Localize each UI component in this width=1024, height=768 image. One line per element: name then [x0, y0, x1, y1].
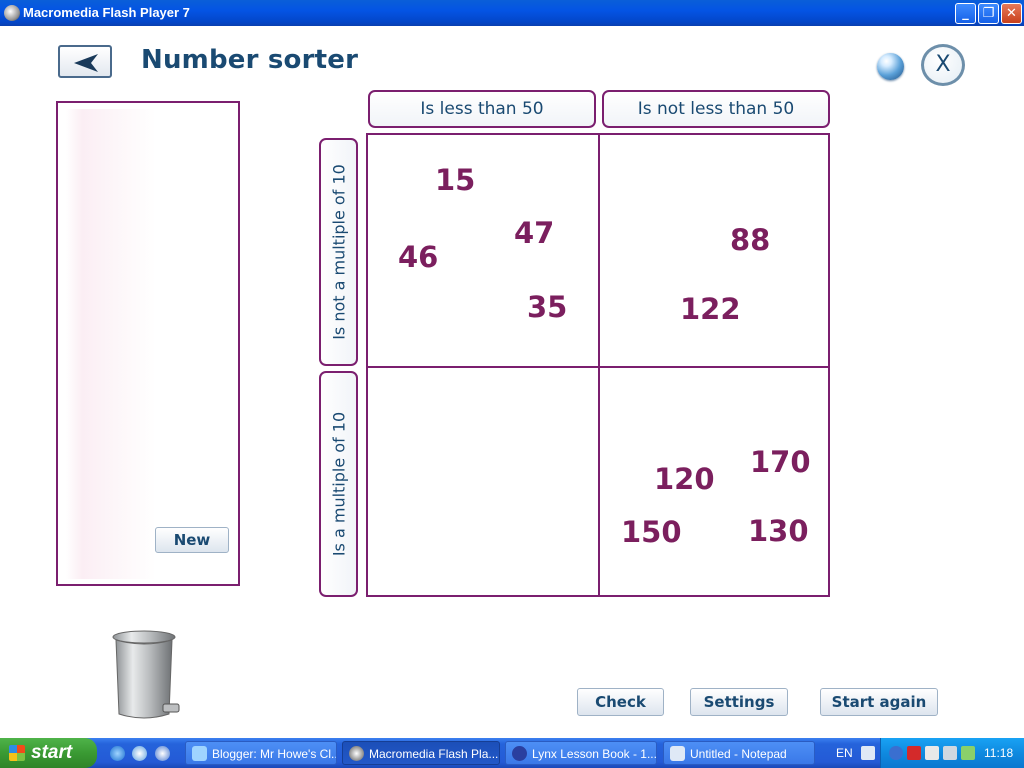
window-title: Macromedia Flash Player 7 — [23, 5, 190, 20]
number-tile[interactable]: 35 — [527, 290, 567, 324]
column-header-less-than-50: Is less than 50 — [368, 90, 596, 128]
close-window-button[interactable]: ✕ — [1001, 3, 1022, 24]
cell-not-less-than-50-multiple[interactable]: 170 120 150 130 — [600, 368, 828, 595]
flash-player-icon — [4, 5, 20, 21]
windows-taskbar: start Blogger: Mr Howe's Cl... Macromedi… — [0, 738, 1024, 768]
cell-less-than-50-multiple[interactable] — [368, 368, 598, 595]
task-blogger[interactable]: Blogger: Mr Howe's Cl... — [185, 741, 337, 765]
close-app-button[interactable]: X — [921, 44, 965, 86]
check-button[interactable]: Check — [577, 688, 664, 716]
cell-less-than-50-not-multiple[interactable]: 15 47 46 35 — [368, 135, 598, 366]
start-button[interactable]: start — [0, 738, 97, 768]
chevron-left-icon[interactable] — [889, 746, 903, 760]
number-tile[interactable]: 46 — [398, 240, 438, 274]
task-label: Macromedia Flash Pla... — [369, 747, 499, 761]
page-title: Number sorter — [141, 45, 359, 75]
trash-can-icon[interactable] — [111, 630, 181, 722]
number-tile[interactable]: 170 — [750, 445, 811, 479]
row-header-label: Is a multiple of 10 — [329, 411, 348, 557]
back-button[interactable] — [58, 45, 112, 78]
task-label: Lynx Lesson Book - 1... — [532, 747, 657, 761]
ie-quicklaunch-icon[interactable] — [110, 746, 125, 761]
language-indicator[interactable]: EN — [836, 746, 853, 760]
window-titlebar: Macromedia Flash Player 7 _ ❐ ✕ — [0, 0, 1024, 26]
minimize-button[interactable]: _ — [955, 3, 976, 24]
lynx-icon — [512, 746, 527, 761]
task-label: Untitled - Notepad — [690, 747, 787, 761]
flash-icon — [349, 746, 364, 761]
panel-shade — [66, 109, 156, 579]
start-again-button[interactable]: Start again — [820, 688, 938, 716]
display-icon[interactable] — [943, 746, 957, 760]
row-header-multiple-of-10: Is a multiple of 10 — [319, 371, 358, 597]
task-notepad[interactable]: Untitled - Notepad — [663, 741, 815, 765]
sorting-grid: 15 47 46 35 88 122 170 120 150 130 — [366, 133, 830, 597]
new-button[interactable]: New — [155, 527, 229, 553]
row-header-label: Is not a multiple of 10 — [329, 164, 348, 340]
maximize-button[interactable]: ❐ — [978, 3, 999, 24]
number-tile[interactable]: 15 — [435, 163, 475, 197]
network-icon[interactable] — [925, 746, 939, 760]
number-tile[interactable]: 130 — [748, 514, 809, 548]
keyboard-icon[interactable] — [861, 746, 875, 760]
number-source-panel: New — [56, 101, 240, 586]
task-flash-player[interactable]: Macromedia Flash Pla... — [342, 741, 500, 765]
start-label: start — [31, 742, 73, 763]
task-lynx[interactable]: Lynx Lesson Book - 1... — [505, 741, 657, 765]
number-tile[interactable]: 120 — [654, 462, 715, 496]
ie-icon — [192, 746, 207, 761]
back-arrow-icon — [74, 54, 98, 72]
settings-button[interactable]: Settings — [690, 688, 788, 716]
volume-icon[interactable] — [961, 746, 975, 760]
help-orb-icon[interactable] — [877, 53, 904, 80]
notepad-icon — [670, 746, 685, 761]
outlook-quicklaunch-icon[interactable] — [132, 746, 147, 761]
number-tile[interactable]: 88 — [730, 223, 770, 257]
number-tile[interactable]: 150 — [621, 515, 682, 549]
antivirus-icon[interactable] — [907, 746, 921, 760]
cell-not-less-than-50-not-multiple[interactable]: 88 122 — [600, 135, 828, 366]
flash-app-area: Number sorter X New Is less than 50 Is n… — [0, 26, 1024, 738]
system-tray: 11:18 — [880, 738, 1024, 768]
media-player-quicklaunch-icon[interactable] — [155, 746, 170, 761]
clock: 11:18 — [984, 746, 1014, 760]
number-tile[interactable]: 47 — [514, 216, 554, 250]
row-header-not-multiple-of-10: Is not a multiple of 10 — [319, 138, 358, 366]
column-header-not-less-than-50: Is not less than 50 — [602, 90, 830, 128]
windows-logo-icon — [9, 745, 25, 761]
number-tile[interactable]: 122 — [680, 292, 741, 326]
task-label: Blogger: Mr Howe's Cl... — [212, 747, 337, 761]
